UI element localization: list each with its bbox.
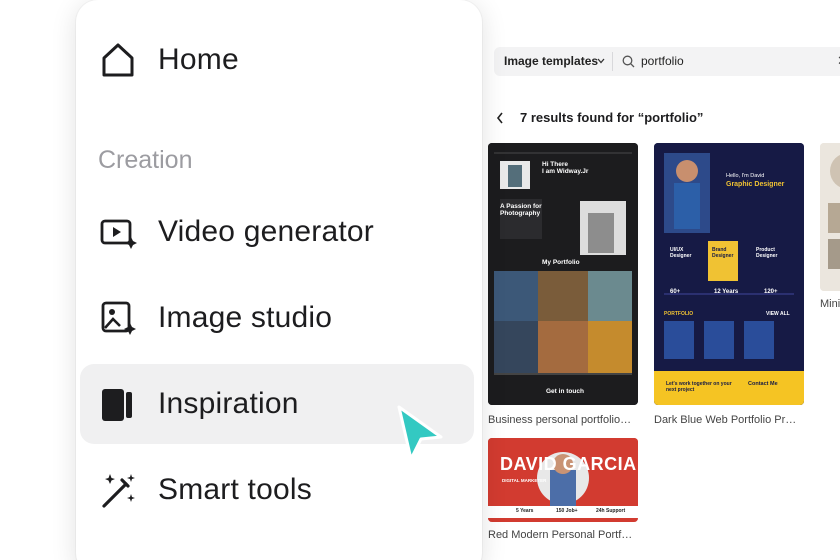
template-caption: Red Modern Personal Portf… — [488, 529, 633, 541]
section-title: Creation — [98, 146, 193, 174]
thumb-greeting: Hi There I am Widway.Jr — [542, 161, 589, 175]
template-caption: Mini — [820, 298, 840, 310]
mouse-cursor-icon — [397, 405, 443, 461]
menu-item-label: Inspiration — [158, 387, 299, 420]
chevron-down-icon — [597, 58, 605, 64]
template-thumbnail — [488, 143, 638, 405]
thumb-cta: Let's work together on your next project — [666, 381, 732, 393]
menu-item-home[interactable]: Home — [80, 20, 474, 100]
thumb-cta: Get in touch — [546, 388, 584, 395]
template-card-mini[interactable] — [820, 143, 840, 291]
results-count: 7 results found for “portfolio” — [520, 110, 704, 125]
home-icon — [98, 40, 138, 80]
search-input[interactable]: portfolio — [641, 54, 684, 68]
thumb-skill-1: UI/UX Designer — [670, 247, 692, 259]
back-arrow-icon[interactable] — [495, 110, 505, 126]
template-caption: Dark Blue Web Portfolio Pr… — [654, 414, 797, 426]
inspiration-icon — [98, 384, 138, 424]
menu-item-label: Smart tools — [158, 473, 312, 506]
menu-item-label: Home — [158, 43, 239, 76]
thumb-stat-3: 120+ — [764, 289, 778, 295]
template-card-red-portfolio[interactable]: DAVID GARCIA DIGITAL MARKETER 5 Years 15… — [488, 438, 638, 522]
template-type-dropdown[interactable]: Image templates — [504, 54, 598, 68]
thumb-portfolio: My Portfolio — [542, 259, 580, 266]
template-thumbnail — [820, 143, 840, 291]
thumb-hello: Hello, I'm David — [726, 173, 765, 179]
search-bar: Image templates portfolio ✕ — [494, 47, 840, 76]
thumb-stat-2: 12 Years — [714, 289, 739, 295]
divider — [612, 52, 613, 71]
thumb-section: A Passion for Photography — [500, 203, 542, 217]
menu-item-image-studio[interactable]: Image studio — [80, 278, 474, 358]
thumb-skill-2: Brand Designer — [712, 247, 734, 259]
app-window: Image templates portfolio ✕ 7 results fo… — [0, 0, 840, 560]
thumb-skill-3: Product Designer — [756, 247, 778, 259]
menu-item-label: Video generator — [158, 215, 374, 248]
search-icon — [622, 55, 635, 68]
thumb-stat-2: 150 Job+ — [556, 508, 578, 514]
smart-tools-icon — [98, 470, 138, 510]
thumb-stat-1: 5 Years — [516, 508, 534, 514]
thumb-contact: Contact Me — [748, 381, 778, 387]
thumb-title: DIGITAL MARKETER — [502, 478, 547, 483]
image-studio-icon — [98, 298, 138, 338]
menu-item-label: Image studio — [158, 301, 333, 334]
template-card-business-portfolio[interactable]: Hi There I am Widway.Jr A Passion for Ph… — [488, 143, 638, 405]
template-caption: Business personal portfolio… — [488, 414, 632, 426]
thumb-stat-3: 24h Support — [596, 508, 626, 514]
creation-menu: Home Creation Video generator Image stud… — [76, 0, 482, 560]
menu-item-video-generator[interactable]: Video generator — [80, 192, 474, 272]
thumb-stat-1: 60+ — [670, 289, 681, 295]
thumb-name: DAVID GARCIA — [500, 454, 637, 474]
thumb-role: Graphic Designer — [726, 181, 785, 188]
video-generator-icon — [98, 212, 138, 252]
template-card-dark-blue-portfolio[interactable]: Hello, I'm David Graphic Designer UI/UX … — [654, 143, 804, 405]
thumb-portfolio: PORTFOLIO — [664, 311, 694, 317]
thumb-view-all: VIEW ALL — [766, 311, 790, 317]
